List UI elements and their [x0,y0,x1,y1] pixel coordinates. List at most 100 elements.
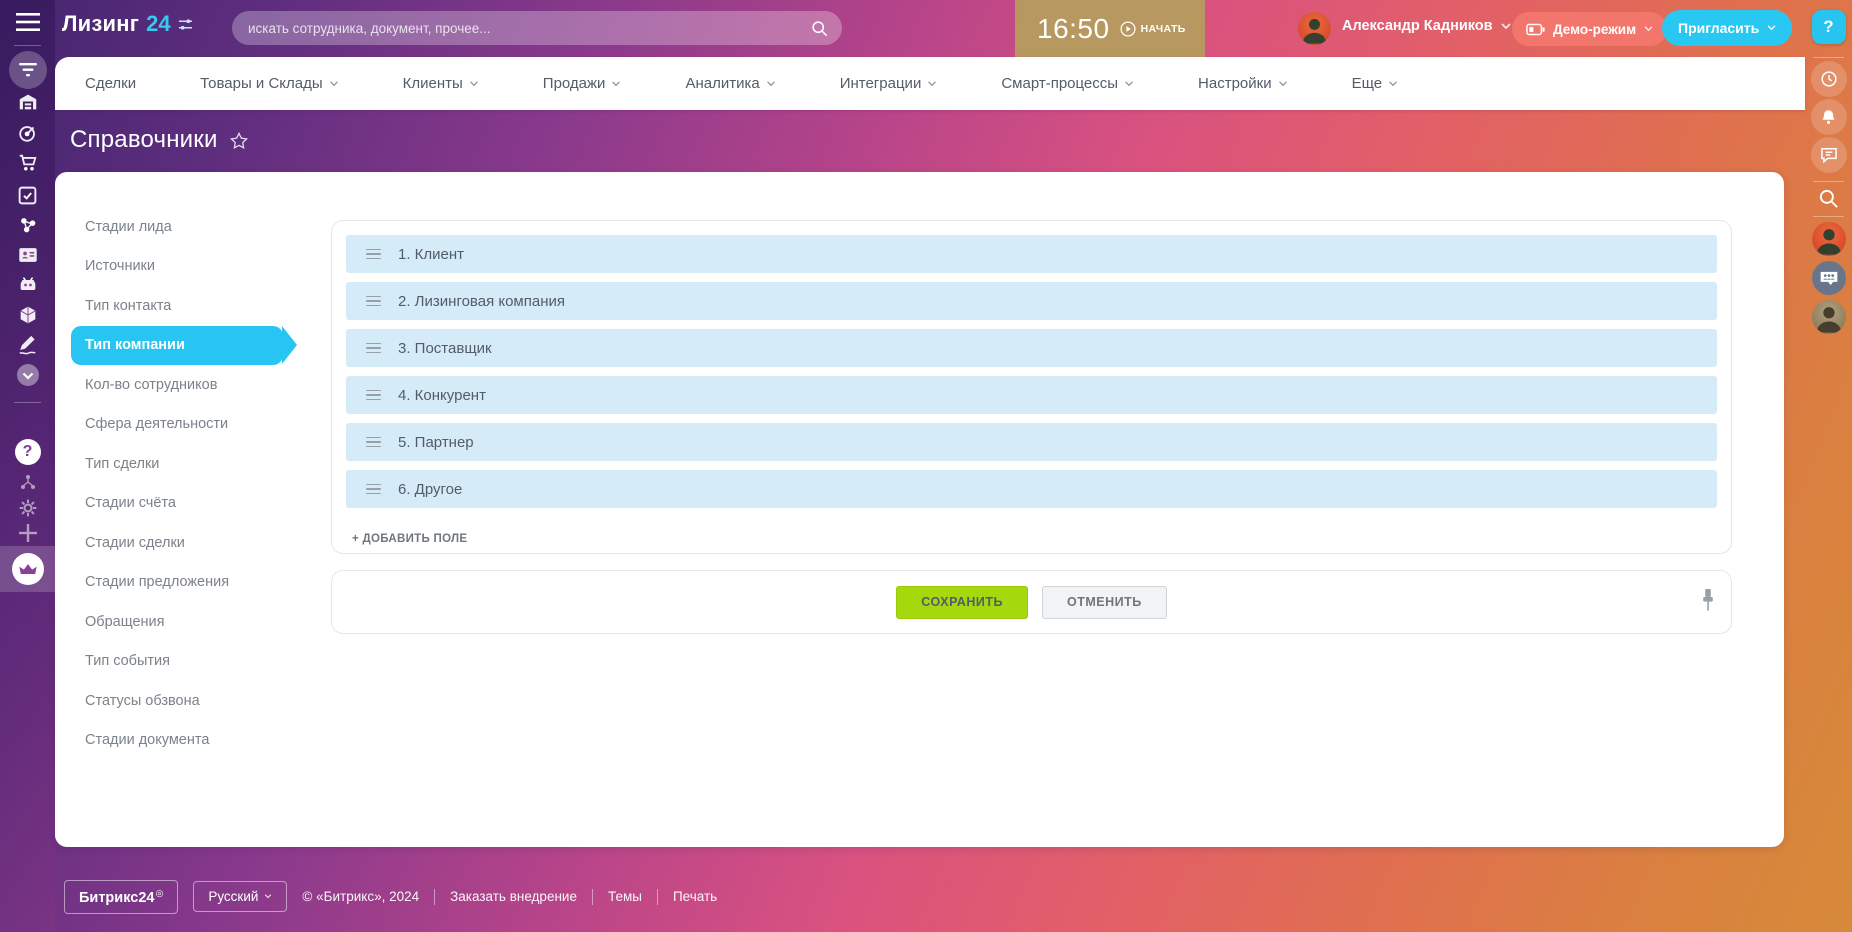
recent-user-avatar[interactable] [1805,222,1852,256]
sidebar-item-shop[interactable] [0,152,55,174]
chevron-down-circle-icon [16,364,39,386]
sidebar-item-sign[interactable] [0,334,55,356]
menu-item-sources[interactable]: Источники [71,247,317,287]
language-select[interactable]: Русский [193,881,288,913]
invite-button[interactable]: Пригласить [1662,10,1793,46]
chevron-down-icon [1125,80,1133,86]
bitrix24-logo-button[interactable]: Битрикс24◎ [64,880,179,914]
language-label: Русский [208,889,259,905]
play-circle-icon [1120,20,1136,37]
time-tracker-widget[interactable]: 16:50 НАЧАТЬ [1015,0,1205,57]
menu-item-lead-stages[interactable]: Стадии лида [71,207,317,247]
list-item[interactable]: 3. Поставщик [346,329,1717,367]
add-field-button[interactable]: + ДОБАВИТЬ ПОЛЕ [352,533,467,545]
search-input[interactable] [246,19,811,37]
menu-item-call-statuses[interactable]: Статусы обзвона [71,681,317,721]
chevron-down-icon [1501,22,1511,29]
messenger-button[interactable] [1805,137,1852,173]
sidebar-item-network[interactable] [0,214,55,236]
nav-item-settings[interactable]: Настройки [1198,75,1288,92]
nav-item-clients[interactable]: Клиенты [403,75,479,92]
notifications-button[interactable] [1805,99,1852,135]
menu-item-quote-stages[interactable]: Стадии предложения [71,563,317,603]
nav-item-analytics[interactable]: Аналитика [685,75,775,92]
user-avatar[interactable] [1298,12,1331,45]
drag-handle-icon[interactable] [366,295,381,307]
sidebar-item-products[interactable] [0,304,55,326]
save-button[interactable]: СОХРАНИТЬ [896,585,1028,619]
menu-item-event-type[interactable]: Тип события [71,642,317,682]
chevron-down-icon [766,80,775,86]
drag-handle-icon[interactable] [366,436,381,448]
start-workday-button[interactable]: НАЧАТЬ [1120,20,1186,37]
menu-item-company-type[interactable]: Тип компании [71,325,283,365]
rail-market-button[interactable] [0,546,55,592]
app-logo[interactable]: Лизинг 24 [62,11,193,37]
favorite-star-icon[interactable] [229,131,248,149]
list-item[interactable]: 1. Клиент [346,235,1717,273]
nav-item-more[interactable]: Еще [1352,75,1399,92]
drag-handle-icon[interactable] [366,248,381,260]
sidebar-item-contacts[interactable] [0,244,55,266]
drag-handle-icon[interactable] [366,483,381,495]
drag-handle-icon[interactable] [366,389,381,401]
menu-item-employees[interactable]: Кол-во сотрудников [71,365,317,405]
time-history-button[interactable] [1805,61,1852,97]
list-item[interactable]: 6. Другое [346,470,1717,508]
rail-add-button[interactable] [0,523,55,543]
chevron-down-icon [928,80,937,86]
chevron-down-icon [265,894,272,899]
footer-link-implementation[interactable]: Заказать внедрение [450,889,577,904]
content-panel: Стадии лида Источники Тип контакта Тип к… [55,172,1784,847]
menu-item-appeals[interactable]: Обращения [71,602,317,642]
group-chat-avatar[interactable] [1805,261,1852,295]
rail-divider [1813,57,1844,58]
gear-icon [19,499,36,517]
nav-item-integrations[interactable]: Интеграции [840,75,938,92]
menu-item-invoice-stages[interactable]: Стадии счёта [71,484,317,524]
rail-help-button[interactable]: ? [0,439,55,465]
drag-handle-icon[interactable] [366,342,381,354]
nav-item-goods[interactable]: Товары и Склады [200,75,339,92]
search-icon[interactable] [811,20,828,37]
footer-divider [434,888,436,905]
demo-mode-button[interactable]: Демо-режим [1512,12,1668,46]
list-item[interactable]: 2. Лизинговая компания [346,282,1717,320]
chevron-down-icon [329,80,338,86]
rail-expand-button[interactable] [0,362,55,388]
nav-item-deals[interactable]: Сделки [85,75,136,92]
menu-item-deal-stages[interactable]: Стадии сделки [71,523,317,563]
recent-user-avatar[interactable] [1805,300,1852,334]
nav-item-sales[interactable]: Продажи [543,75,622,92]
sidebar-item-robot[interactable] [0,274,55,296]
menu-item-contact-type[interactable]: Тип контакта [71,286,317,326]
hamburger-menu-button[interactable] [0,11,55,33]
nav-item-smart-processes[interactable]: Смарт-процессы [1001,75,1134,92]
user-menu[interactable]: Александр Кадников [1342,18,1511,34]
demo-mode-label: Демо-режим [1553,21,1637,37]
menu-item-deal-type[interactable]: Тип сделки [71,444,317,484]
footer: Битрикс24◎ Русский © «Битрикс», 2024 Зак… [64,880,717,914]
list-item[interactable]: 5. Партнер [346,423,1717,461]
help-button[interactable]: ? [1805,10,1852,44]
sidebar-item-marketing[interactable] [0,122,55,144]
list-item[interactable]: 4. Конкурент [346,376,1717,414]
footer-link-print[interactable]: Печать [673,889,717,904]
footer-link-themes[interactable]: Темы [608,889,642,904]
battery-icon [1526,23,1545,35]
nav-label: Продажи [542,75,606,92]
global-search [232,11,842,45]
nav-label: Еще [1351,75,1383,92]
share-nodes-icon [20,218,35,233]
rail-settings-button[interactable] [0,498,55,518]
sidebar-item-tasks[interactable] [0,184,55,206]
rail-structure-button[interactable] [0,472,55,492]
sidebar-item-warehouse[interactable] [0,91,55,113]
menu-item-document-stages[interactable]: Стадии документа [71,721,317,761]
task-check-icon [18,186,37,204]
sidebar-item-crm[interactable] [0,51,55,89]
pin-icon[interactable] [1701,588,1715,614]
rail-search-button[interactable] [1805,188,1852,209]
cancel-button[interactable]: ОТМЕНИТЬ [1041,585,1167,619]
menu-item-industry[interactable]: Сфера деятельности [71,405,317,445]
